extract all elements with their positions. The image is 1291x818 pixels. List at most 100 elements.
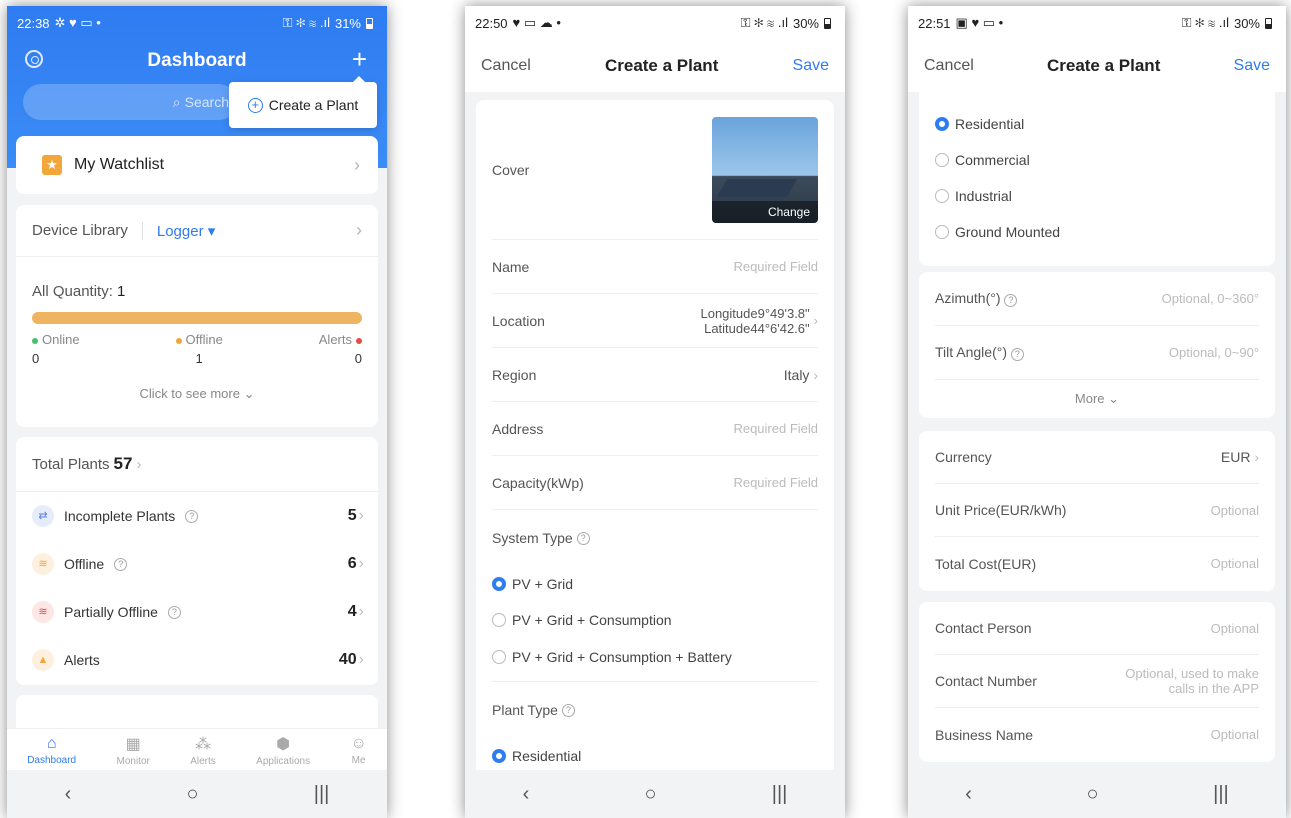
incomplete-plants-row[interactable]: ⇄ Incomplete Plants? 5 › — [16, 492, 378, 540]
battery-text: 30% — [1233, 15, 1260, 31]
radio-selected-icon — [492, 577, 506, 591]
battery-icon — [824, 17, 831, 29]
radio-residential[interactable]: Residential — [935, 106, 1259, 142]
radio-industrial[interactable]: Industrial — [935, 178, 1259, 214]
nav-header: Cancel Create a Plant Save — [908, 40, 1286, 92]
battery-icon — [1265, 17, 1272, 29]
click-to-see-more[interactable]: Click to see more ⌄ — [16, 386, 378, 402]
capacity-row[interactable]: Capacity(kWp) Required Field — [492, 456, 818, 510]
radio-ground-mounted[interactable]: Ground Mounted — [935, 214, 1259, 250]
home-circle-icon[interactable]: ○ — [644, 783, 656, 806]
status-progress-bar — [32, 312, 362, 324]
tilt-row[interactable]: Tilt Angle(°) ? Optional, 0~90° — [935, 326, 1259, 380]
recents-icon[interactable]: ||| — [314, 783, 330, 806]
search-icon: ⌕ — [172, 93, 181, 110]
notification-icons: ▣ ♥ ▭ • — [955, 15, 1004, 30]
page-title: Dashboard — [147, 50, 247, 71]
system-nav-bar: ‹ ○ ||| — [465, 770, 845, 818]
battery-text: 31% — [334, 15, 361, 31]
save-button[interactable]: Save — [1234, 57, 1270, 75]
tab-bar: ⌂ Dashboard ▦ Monitor ⁂ Alerts ⬢ Application… — [7, 728, 387, 772]
alerts-row[interactable]: ▲ Alerts 40 › — [16, 636, 378, 684]
search-input[interactable]: ⌕ Search — [23, 84, 237, 120]
create-plant-menu-item[interactable]: + Create a Plant — [229, 76, 377, 128]
tab-dashboard[interactable]: ⌂ Dashboard — [27, 735, 76, 766]
unit-price-input: Optional — [1210, 502, 1259, 518]
cancel-button[interactable]: Cancel — [481, 57, 531, 75]
radio-residential[interactable]: Residential — [492, 738, 818, 774]
azimuth-row[interactable]: Azimuth(°) ? Optional, 0~360° — [935, 272, 1259, 326]
back-icon[interactable]: ‹ — [65, 783, 72, 806]
all-quantity: All Quantity: 1 — [32, 283, 126, 300]
currency-row[interactable]: Currency EUR › — [935, 431, 1259, 484]
radio-pv-grid-consumption-battery[interactable]: PV + Grid + Consumption + Battery — [492, 638, 818, 682]
help-icon: ? — [1010, 348, 1024, 361]
offline-row[interactable]: ≋ Offline? 6 › — [16, 540, 378, 588]
cover-label: Cover — [492, 161, 530, 178]
region-row[interactable]: Region Italy › — [492, 348, 818, 402]
system-nav-bar: ‹ ○ ||| — [908, 770, 1286, 818]
watchlist-row[interactable]: ★ My Watchlist › — [16, 136, 378, 194]
radio-pv-grid[interactable]: PV + Grid — [492, 566, 818, 602]
address-input: Required Field — [733, 421, 818, 436]
radio-commercial[interactable]: Commercial — [935, 142, 1259, 178]
help-icon: ? — [1004, 294, 1018, 307]
signal-icons: ⚿ ✻ ≋ .ıl — [282, 15, 330, 30]
dashboard-screen: 22:38 ✲ ♥ ▭ • ⚿ ✻ ≋ .ıl 31% Dashboard + ⌕ S… — [7, 6, 387, 818]
chevron-right-icon[interactable]: › — [356, 220, 362, 241]
help-icon: ? — [167, 605, 181, 619]
home-circle-icon[interactable]: ○ — [186, 783, 198, 806]
tab-monitor[interactable]: ▦ Monitor — [116, 734, 149, 767]
offline-dot-icon — [175, 337, 182, 344]
radio-empty-icon — [935, 189, 949, 203]
status-bar: 22:50 ♥ ▭ ☁ • ⚿ ✻ ≋ .ıl 30% — [465, 6, 845, 40]
help-icon: ? — [185, 509, 199, 523]
name-row[interactable]: Name Required Field — [492, 240, 818, 294]
radio-pv-grid-consumption[interactable]: PV + Grid + Consumption — [492, 602, 818, 638]
divider — [141, 221, 143, 240]
change-cover-button[interactable]: Change — [712, 200, 818, 223]
unit-price-row[interactable]: Unit Price(EUR/kWh) Optional — [935, 484, 1259, 537]
notification-icons: ♥ ▭ ☁ • — [512, 15, 561, 30]
capacity-input: Required Field — [733, 475, 818, 490]
home-circle-icon[interactable]: ○ — [1086, 783, 1098, 806]
radio-selected-icon — [935, 117, 949, 131]
recents-icon[interactable]: ||| — [1213, 783, 1229, 806]
azimuth-input: Optional, 0~360° — [1161, 291, 1259, 306]
logger-dropdown[interactable]: Logger ▾ — [157, 222, 215, 240]
total-cost-input: Optional — [1210, 556, 1259, 571]
more-toggle[interactable]: More ⌄ — [919, 380, 1275, 418]
tab-alerts[interactable]: ⁂ Alerts — [190, 734, 216, 767]
wifi-warning-icon: ≋ — [32, 601, 54, 623]
cancel-button[interactable]: Cancel — [924, 57, 974, 75]
system-type-label: System Type? — [492, 510, 818, 566]
help-icon: ? — [114, 557, 128, 571]
contact-number-row[interactable]: Contact Number Optional, used to make cal… — [935, 655, 1259, 708]
total-cost-row[interactable]: Total Cost(EUR) Optional — [935, 537, 1259, 590]
contact-person-row[interactable]: Contact Person Optional — [935, 602, 1259, 655]
contact-number-input: Optional, used to make calls in the APP — [1125, 666, 1259, 696]
tab-applications[interactable]: ⬢ Applications — [256, 734, 310, 767]
create-plant-label: Create a Plant — [268, 97, 359, 113]
address-row[interactable]: Address Required Field — [492, 402, 818, 456]
back-icon[interactable]: ‹ — [965, 783, 972, 806]
radio-empty-icon — [492, 613, 506, 627]
total-plants-row[interactable]: Total Plants 57 › — [16, 437, 378, 492]
online-dot-icon — [32, 337, 38, 344]
business-name-row[interactable]: Business Name Optional — [935, 708, 1259, 761]
add-plus-button[interactable]: + — [352, 44, 367, 75]
contact-card: Contact Person Optional Contact Number Opt… — [919, 602, 1275, 762]
partially-offline-row[interactable]: ≋ Partially Offline? 4 › — [16, 588, 378, 636]
monitor-icon: ▦ — [125, 736, 141, 753]
location-row[interactable]: Location Longitude9°49'3.8" Latitude44°6'4… — [492, 294, 818, 348]
tab-me[interactable]: ☺ Me — [350, 735, 366, 766]
alert-icon: ▲ — [32, 649, 54, 671]
recents-icon[interactable]: ||| — [772, 783, 788, 806]
page-title: Create a Plant — [1046, 56, 1161, 75]
save-button[interactable]: Save — [793, 57, 829, 75]
cover-image[interactable]: Change — [712, 116, 818, 223]
back-icon[interactable]: ‹ — [523, 783, 530, 806]
business-name-input: Optional — [1210, 727, 1259, 742]
status-bar: 22:38 ✲ ♥ ▭ • ⚿ ✻ ≋ .ıl 31% — [7, 6, 387, 40]
plant-type-label: Plant Type? — [492, 682, 818, 738]
